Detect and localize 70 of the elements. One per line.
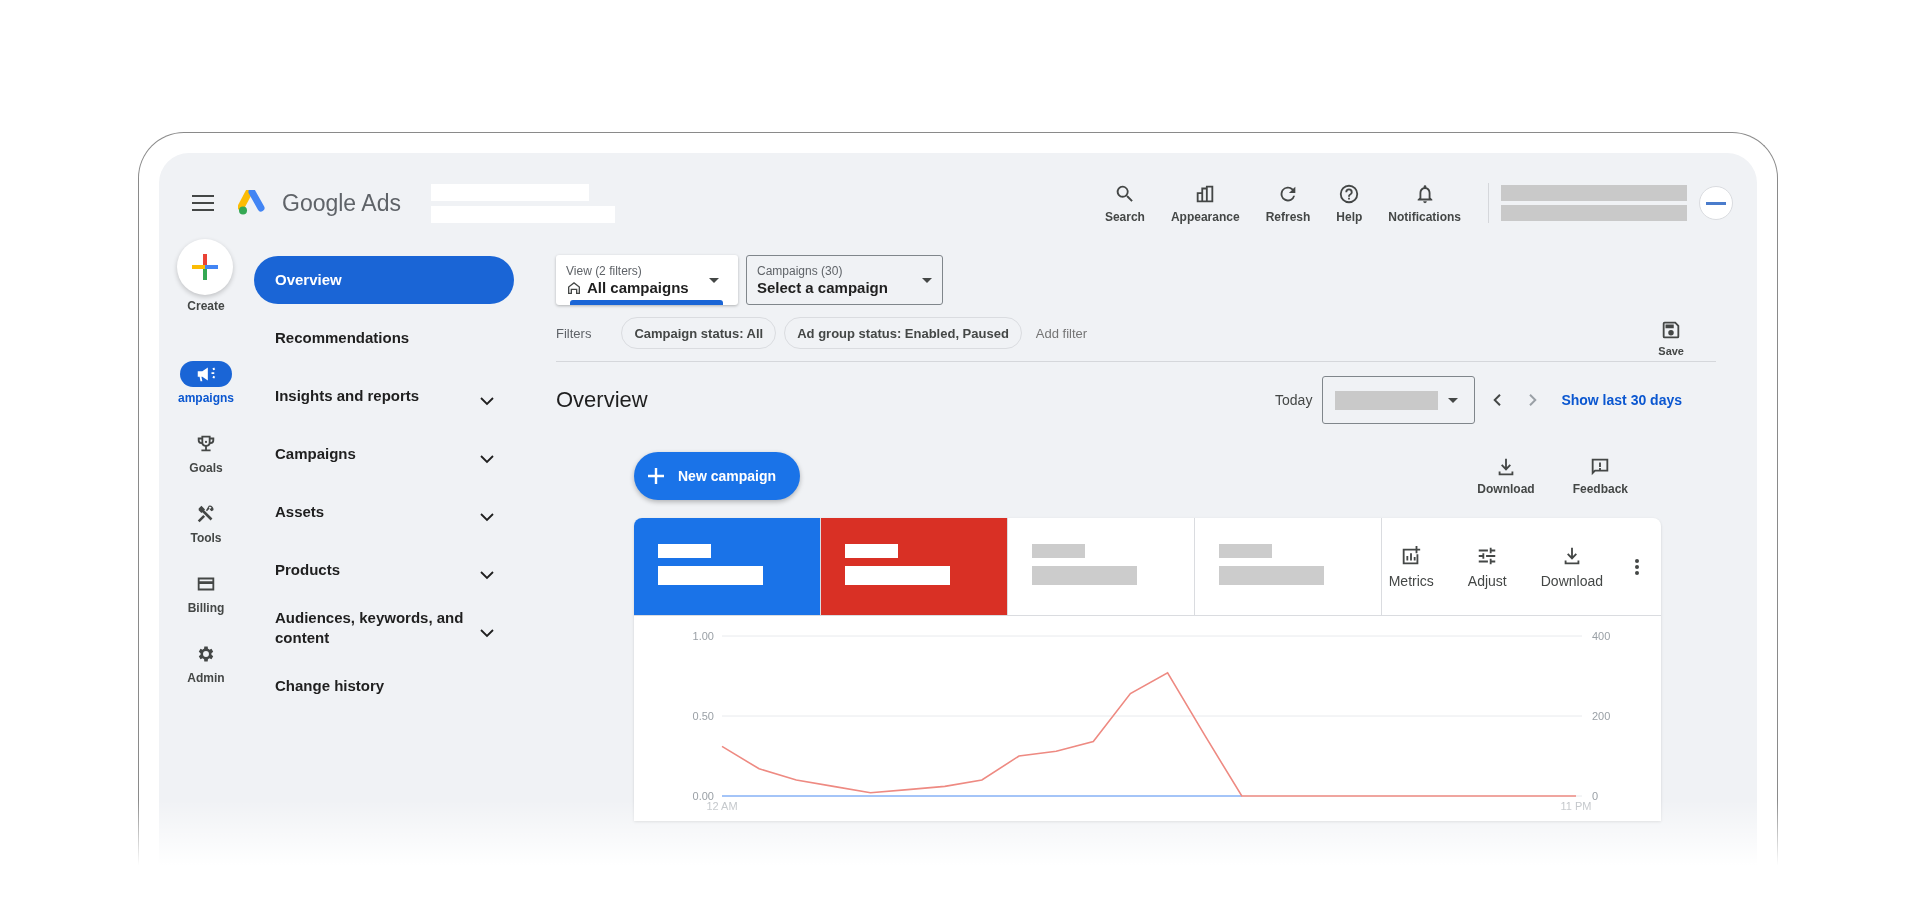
add-chart-icon — [1400, 544, 1423, 567]
axis-label: 400 — [1592, 630, 1611, 642]
plus-icon — [192, 254, 218, 280]
rail-item[interactable]: ampaigns — [180, 361, 232, 431]
rail-item[interactable]: Tools — [180, 501, 232, 571]
logo-icon — [238, 190, 268, 216]
chevron-right-icon — [1529, 394, 1538, 406]
toolbar-button[interactable]: Download — [1471, 455, 1541, 497]
nav-item[interactable]: Campaigns — [254, 430, 474, 478]
view-dropdown[interactable]: View (2 filters) All campaigns — [556, 255, 738, 305]
chevron-down-icon — [480, 570, 494, 580]
toolbar-button[interactable]: Appearance — [1157, 182, 1253, 224]
nav-item[interactable]: Audiences, keywords, and content — [254, 604, 474, 652]
toolbar-button[interactable]: Notifications — [1375, 182, 1474, 224]
redacted-bar — [1219, 544, 1272, 558]
date-label: Today — [1275, 392, 1313, 408]
redacted-bar — [658, 544, 711, 558]
menu-icon[interactable] — [192, 195, 214, 211]
axis-label: 0.50 — [692, 710, 714, 722]
chevron-down-icon — [480, 512, 494, 522]
axis-label: 200 — [1592, 710, 1611, 722]
nav-item[interactable]: Overview — [254, 256, 514, 304]
nav-item[interactable]: Recommendations — [254, 314, 514, 362]
redacted-bar — [845, 544, 898, 558]
add-filter-link[interactable]: Add filter — [1029, 324, 1094, 342]
metric-tile[interactable] — [821, 518, 1008, 615]
caret-icon — [708, 277, 719, 283]
chevron-down-icon — [480, 454, 494, 464]
filter-chip[interactable]: Ad group status: Enabled, Paused — [784, 317, 1022, 349]
nav-item[interactable]: Change history — [254, 662, 514, 710]
date-dropdown[interactable] — [1322, 376, 1476, 424]
new-campaign-button[interactable]: New campaign — [634, 452, 801, 500]
plus-icon — [648, 468, 664, 484]
filters-label: Filters — [556, 325, 592, 341]
help-icon — [1338, 182, 1361, 205]
rail-item[interactable]: Billing — [180, 571, 232, 641]
metric-tile[interactable] — [1008, 518, 1195, 615]
redacted-bar — [1032, 544, 1085, 558]
toolbar-button[interactable]: Adjust — [1461, 543, 1513, 590]
toolbar-button[interactable]: Help — [1323, 182, 1376, 224]
toolbar-button[interactable]: Refresh — [1252, 182, 1324, 224]
product-name: Google Ads — [282, 189, 401, 217]
caret-icon — [1448, 397, 1459, 403]
nav-item[interactable]: Products — [254, 546, 474, 594]
toolbar-button[interactable]: Download — [1534, 543, 1609, 590]
toolbar-button[interactable]: Feedback — [1566, 455, 1634, 497]
home-icon — [566, 279, 582, 296]
rail-item[interactable]: Admin — [180, 641, 232, 711]
caret-icon — [922, 277, 932, 283]
axis-label: 12 AM — [706, 800, 738, 812]
chevron-down-icon — [480, 628, 494, 638]
campaign-dropdown[interactable]: Campaigns (30) Select a campaign — [746, 255, 943, 305]
toolbar-button[interactable]: Metrics — [1382, 543, 1440, 590]
chevron-left-icon — [1493, 394, 1502, 406]
save-button[interactable]: Save — [1652, 318, 1690, 358]
axis-label: 0.00 — [692, 790, 714, 802]
toolbar-button[interactable]: Search — [1091, 182, 1158, 224]
nav-item[interactable]: Insights and reports — [254, 372, 474, 420]
nav-item[interactable]: Assets — [254, 488, 474, 536]
page-title: Overview — [556, 387, 648, 413]
chevron-down-icon — [480, 396, 494, 406]
metric-tile[interactable] — [634, 518, 821, 615]
metric-tile[interactable] — [1195, 518, 1382, 615]
axis-label: 11 PM — [1560, 800, 1592, 812]
avatar[interactable] — [1699, 186, 1733, 220]
axis-label: 0 — [1592, 790, 1599, 802]
axis-label: 1.00 — [692, 630, 714, 642]
date-range-link[interactable]: Show last 30 days — [1555, 391, 1688, 409]
rail-item[interactable]: Goals — [180, 431, 232, 501]
filter-chip[interactable]: Campaign status: All — [621, 317, 777, 349]
